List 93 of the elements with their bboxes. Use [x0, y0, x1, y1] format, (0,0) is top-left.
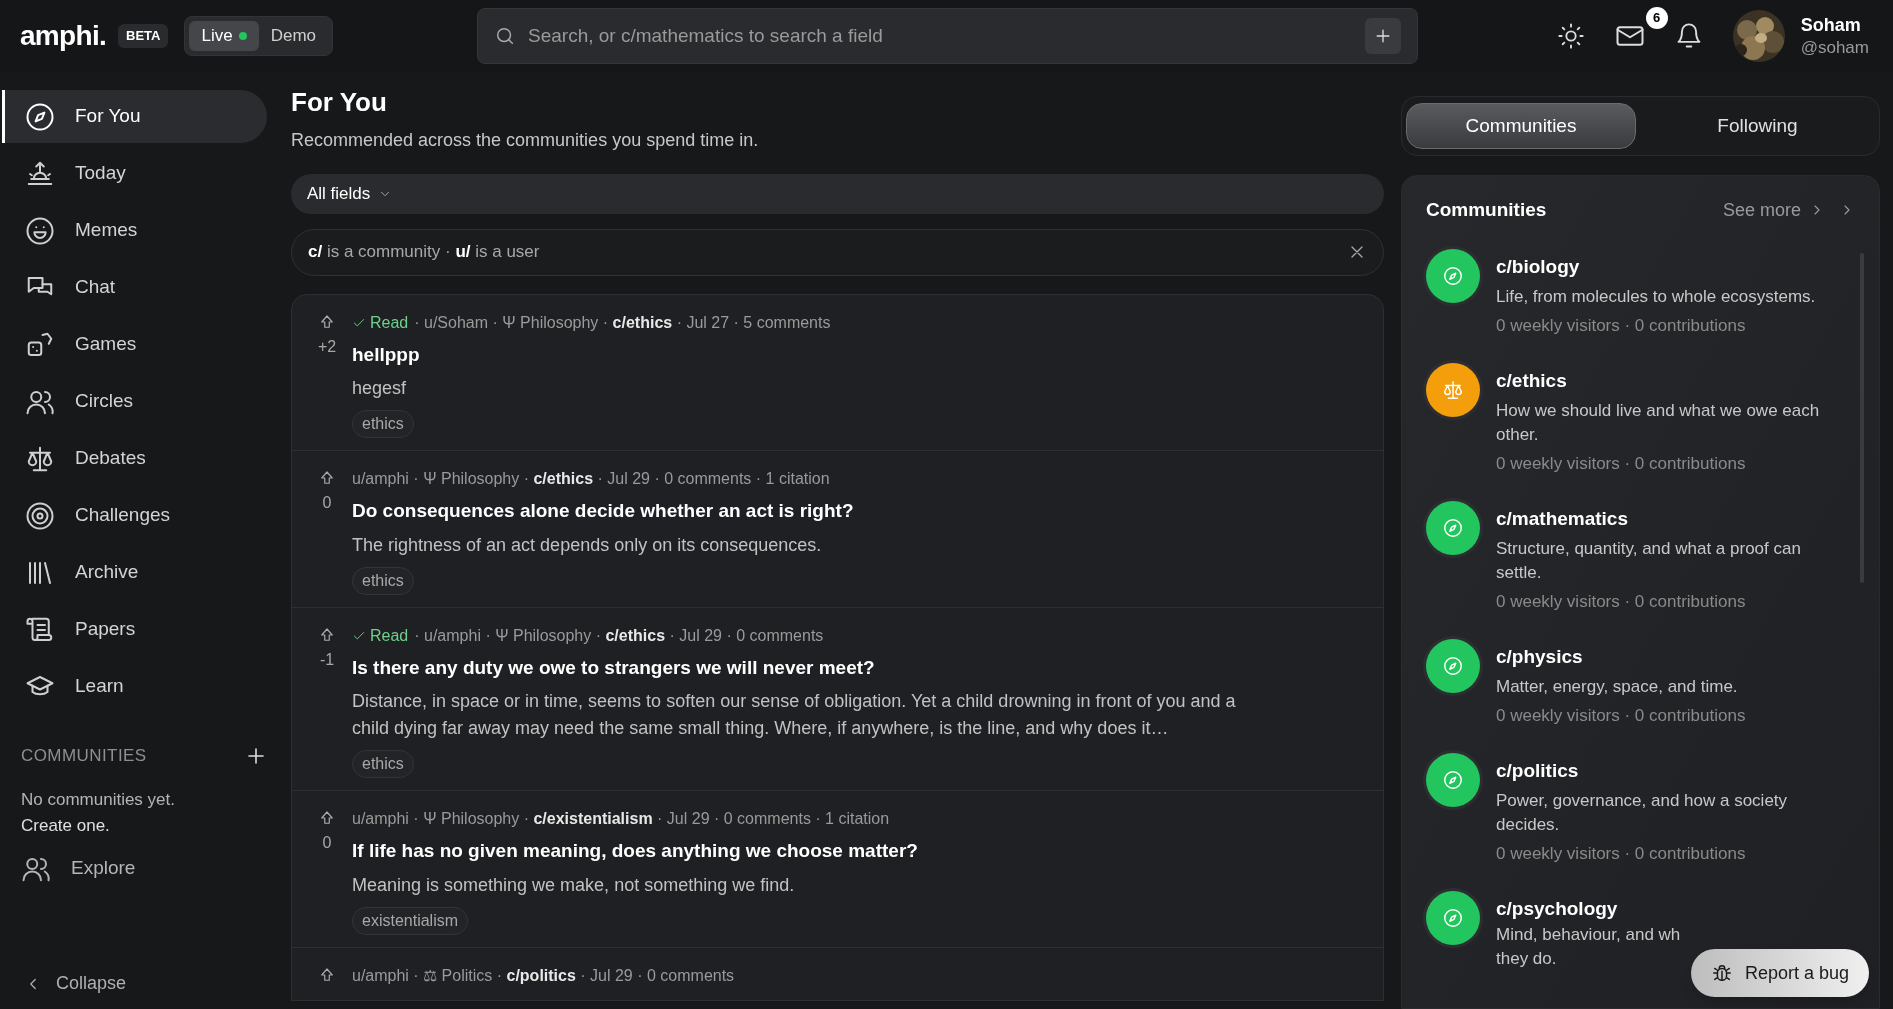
see-more-link[interactable]: See more [1722, 196, 1825, 224]
read-status: Read [352, 310, 409, 335]
unread-count-badge: 6 [1645, 7, 1668, 29]
sidebar-item[interactable]: Archive [2, 546, 267, 599]
upvote-arrow-icon[interactable] [318, 469, 336, 487]
sidebar-item[interactable]: Games [2, 318, 267, 371]
community-name[interactable]: c/ethics [1496, 366, 1567, 395]
community-description: How we should live and what we owe each other. [1496, 400, 1821, 446]
search-bar[interactable]: Search, or c/mathematics to search a field [477, 8, 1418, 64]
post-title[interactable]: hellppp [352, 340, 1363, 369]
explore-link[interactable]: Explore [0, 846, 136, 891]
post-body: hegesf [352, 377, 408, 400]
page-subtitle: Recommended across the communities you spend time in. [291, 128, 760, 152]
hint-text: c/ is a community · u/ is a user [308, 241, 540, 264]
page-title: For You [291, 86, 388, 119]
community-name[interactable]: c/biology [1496, 252, 1580, 281]
post-body: The rightness of an act depends only on its consequences. [352, 533, 823, 557]
sidebar-item[interactable]: Papers [2, 603, 267, 656]
logo[interactable]: amphi. [20, 15, 107, 57]
mode-toggle[interactable]: Live [189, 21, 259, 51]
vote-count: 0 [322, 833, 332, 853]
scales-icon [1442, 378, 1464, 401]
community-stats: 0 weekly visitors · 0 contributions [1496, 315, 1747, 337]
tag-chip[interactable]: ethics [352, 750, 414, 778]
community-stats: 0 weekly visitors · 0 contributions [1496, 453, 1747, 475]
add-button[interactable] [1365, 18, 1401, 54]
compass-icon [1442, 516, 1464, 539]
post-meta: · u/amphi · Ψ Philosophy · c/ethics · Jul 29 · 0 comments [414, 625, 824, 646]
vote-count: +2 [317, 336, 337, 357]
tab[interactable]: Communities [1406, 103, 1636, 149]
target-icon [25, 500, 55, 531]
sidebar-item[interactable]: Chat [2, 261, 267, 314]
community-description: Life, from molecules to whole ecosystems. [1496, 286, 1816, 308]
user-name: Soham [1800, 14, 1862, 37]
community-name[interactable]: c/politics [1496, 756, 1579, 785]
create-link[interactable]: Create one. [21, 812, 110, 839]
vote-count: -1 [319, 649, 335, 670]
sidebar-item[interactable]: Challenges [2, 489, 267, 542]
post-title[interactable]: If life has no given meaning, does anything we choose matter? [352, 837, 1363, 866]
compass-icon [1442, 264, 1464, 287]
mode-toggle[interactable]: Demo [258, 21, 329, 51]
post-row[interactable]: u/amphi · ⚖ Politics · c/politics · Jul 29 · 0 comments [292, 946, 1383, 1000]
community-stats: 0 weekly visitors · 0 contributions [1496, 705, 1746, 727]
tag-chip[interactable]: ethics [352, 566, 414, 595]
post-title[interactable]: Is there any duty we owe to strangers we will never meet? [352, 653, 1363, 682]
post-meta: · u/Soham · Ψ Philosophy · c/ethics · Jul 27 · 5 comments [414, 312, 831, 333]
collapse-button[interactable]: Collapse [24, 970, 127, 997]
post-row[interactable]: 0 u/amphi · Ψ Philosophy · c/ethics · Jul 29 · 0 comments · 1 citation Do consequences alone decide whether an act is right? The rightness of an act depends only on its consequences. ethics [292, 450, 1383, 607]
beta-badge: BETA [118, 24, 169, 48]
card-title: Communities [1426, 198, 1547, 222]
tag-chip[interactable]: existentialism [352, 906, 469, 935]
post-meta: u/amphi · Ψ Philosophy · c/ethics · Jul 29 · 0 comments · 1 citation [352, 469, 830, 489]
compass-icon [1442, 654, 1464, 677]
report-bug-button[interactable]: Report a bug [1690, 949, 1869, 997]
post-title[interactable]: Do consequences alone decide whether an act is right? [352, 497, 1363, 526]
community-description: Structure, quantity, and what a proof can settle. [1496, 538, 1802, 584]
compass-icon [1442, 906, 1464, 929]
community-name[interactable]: c/mathematics [1496, 504, 1628, 533]
search-icon [494, 25, 516, 47]
empty-message: No communities yet. [21, 788, 176, 811]
community-description: Matter, energy, space, and time. [1496, 676, 1739, 698]
sun-icon [1556, 22, 1585, 50]
post-body: Meaning is something we make, not something we find. [352, 873, 796, 897]
sidebar-item[interactable]: Memes [2, 204, 267, 257]
sidebar-item[interactable]: Circles [2, 375, 267, 428]
vote-count: 0 [322, 493, 332, 513]
sidebar-item[interactable]: Debates [2, 432, 267, 485]
field-filter-dropdown[interactable]: All fields [291, 173, 1384, 214]
community-description: they do. [1496, 948, 1557, 970]
community-stats: 0 weekly visitors · 0 contributions [1496, 591, 1747, 613]
community-name[interactable]: c/physics [1496, 642, 1583, 671]
theme-button[interactable] [1556, 22, 1585, 50]
sidebar-item[interactable]: Today [2, 147, 267, 200]
compass-icon [1442, 768, 1464, 791]
read-status: Read [352, 623, 409, 648]
search-field[interactable]: Search, or c/mathematics to search a field [528, 21, 1353, 51]
tab[interactable]: Following [1640, 103, 1875, 149]
community-stats: 0 weekly visitors · 0 contributions [1496, 843, 1747, 865]
sidebar-item[interactable]: Learn [2, 660, 267, 713]
smiley-icon [25, 215, 55, 246]
upvote-arrow-icon[interactable] [318, 809, 336, 827]
post-body: Distance, in space or in time, seems to soften our sense of obligation. Yet a child drowning in front of you and a child dying far away may need the same small thing. Where, if anywhere, is the line, and why does it… [352, 690, 1237, 740]
community-name[interactable]: c/psychology [1496, 894, 1618, 923]
post-meta: u/amphi · ⚖ Politics · c/politics · Jul 29 · 0 comments [352, 965, 735, 986]
sidebar-item[interactable]: For You [2, 90, 267, 143]
user-handle: @soham [1800, 36, 1869, 58]
community-description: Mind, behaviour, and wh [1496, 924, 1681, 946]
compass-icon [25, 101, 55, 132]
tag-chip[interactable]: ethics [352, 410, 414, 438]
community-description: Power, governance, and how a society decides. [1496, 790, 1789, 836]
section-heading: COMMUNITIES [21, 745, 147, 767]
post-meta: u/amphi · Ψ Philosophy · c/existentialism · Jul 29 · 0 comments · 1 citation [352, 809, 890, 829]
bug-icon [1710, 962, 1733, 984]
